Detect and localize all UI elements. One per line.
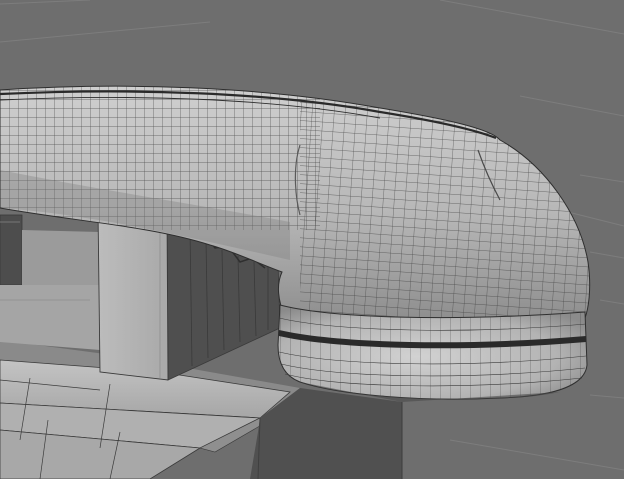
end-cap[interactable] <box>277 304 588 400</box>
3d-viewport[interactable] <box>0 0 624 479</box>
viewport-canvas[interactable] <box>0 0 624 479</box>
left-post[interactable] <box>0 214 23 286</box>
